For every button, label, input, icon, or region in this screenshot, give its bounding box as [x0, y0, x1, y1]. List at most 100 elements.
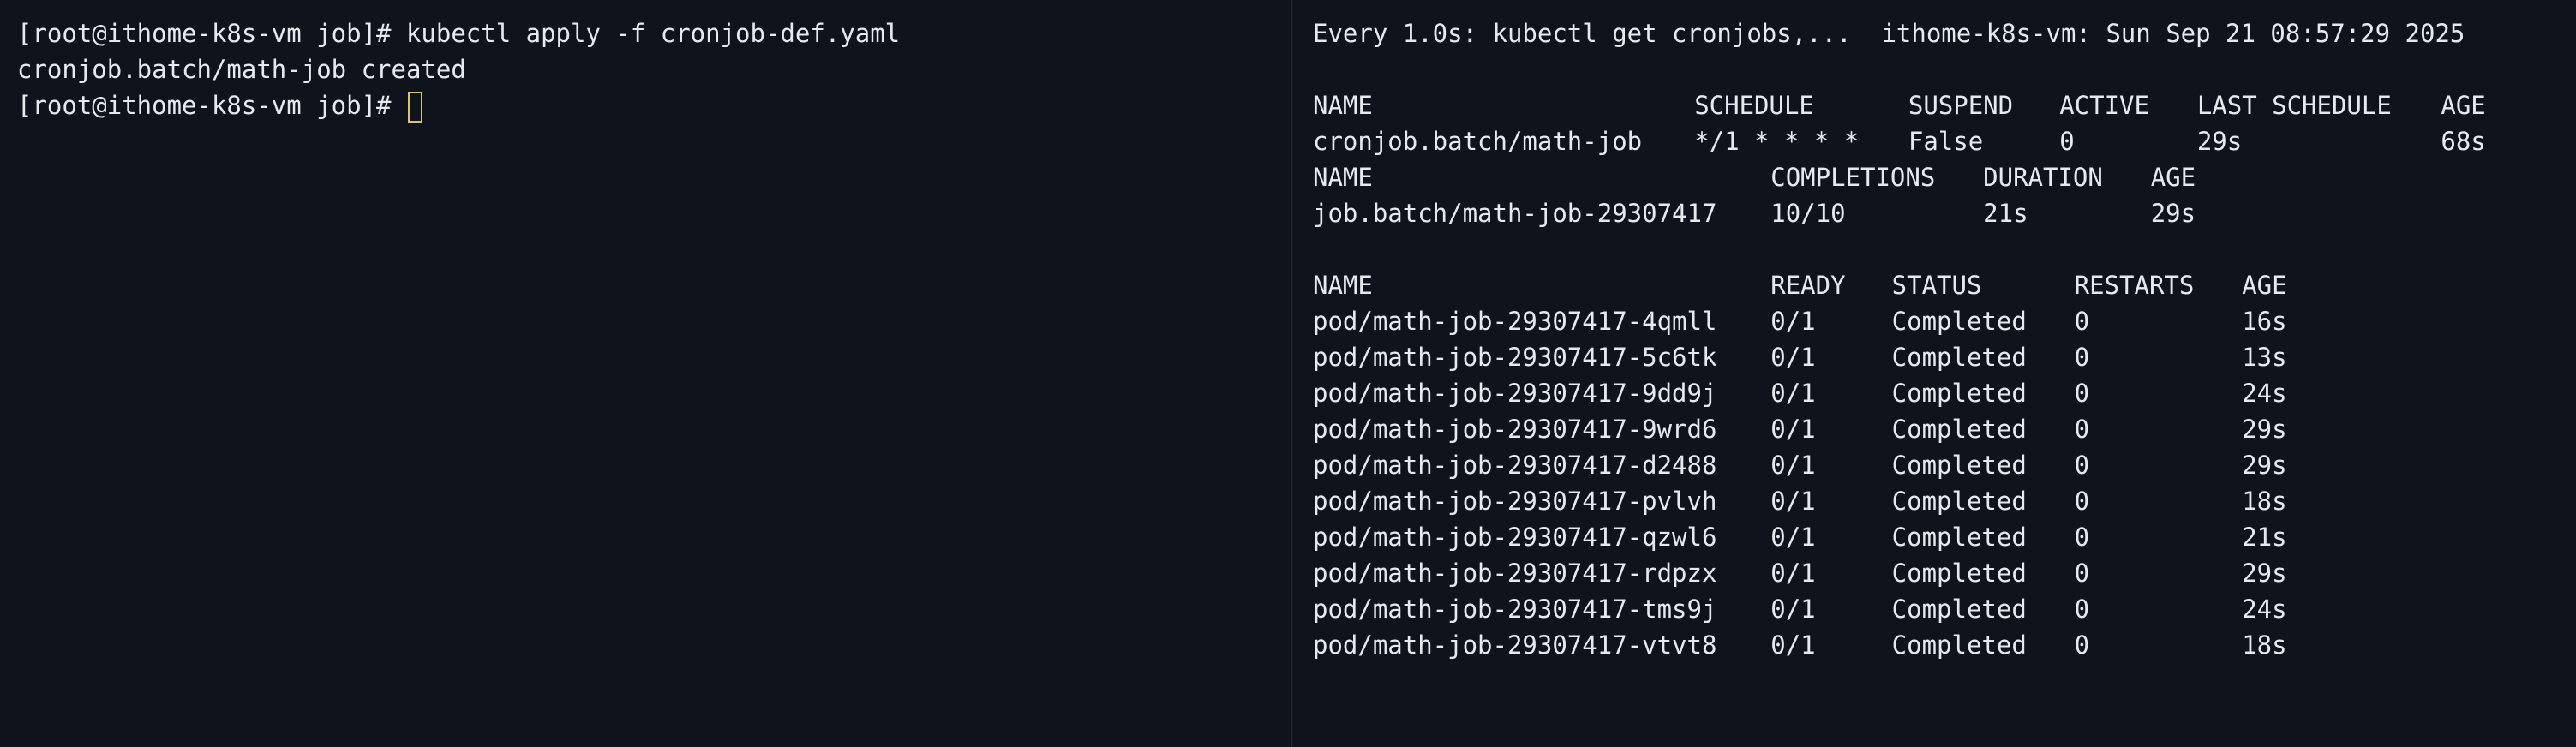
column-header: NAME [1313, 91, 1373, 120]
pod-restarts: 0 [2074, 630, 2090, 660]
column-header: SCHEDULE [1694, 91, 1814, 120]
cronjob-suspend: False [1908, 127, 1984, 156]
pod-restarts: 0 [2074, 379, 2090, 408]
shell-prompt: [root@ithome-k8s-vm job]# [17, 91, 406, 120]
pod-name: pod/math-job-29307417-9dd9j [1313, 379, 1717, 408]
pod-age: 24s [2242, 379, 2287, 408]
pod-restarts: 0 [2074, 559, 2090, 588]
column-header: ACTIVE [2059, 91, 2149, 120]
column-header: SUSPEND [1908, 91, 2014, 120]
column-header: STATUS [1891, 271, 1982, 300]
column-header: DURATION [1983, 163, 2103, 192]
column-header: AGE [2150, 163, 2196, 192]
pod-status: Completed [1891, 451, 2027, 480]
pod-ready: 0/1 [1770, 595, 1816, 624]
pod-name: pod/math-job-29307417-qzwl6 [1313, 523, 1717, 552]
column-header: AGE [2441, 91, 2486, 120]
pod-name: pod/math-job-29307417-d2488 [1313, 451, 1717, 480]
pod-ready: 0/1 [1770, 379, 1816, 408]
pod-row: pod/math-job-29307417-pvlvh 0/1 Complete… [1313, 483, 2574, 519]
prompt-line[interactable]: [root@ithome-k8s-vm job]# [17, 87, 1291, 123]
pod-restarts: 0 [2074, 595, 2090, 624]
pod-age: 29s [2242, 559, 2287, 588]
pod-row: pod/math-job-29307417-rdpzx 0/1 Complete… [1313, 555, 2574, 591]
pod-row: pod/math-job-29307417-4qmll 0/1 Complete… [1313, 303, 2574, 339]
pod-name: pod/math-job-29307417-pvlvh [1313, 487, 1717, 516]
pod-status: Completed [1891, 630, 2027, 660]
pod-status: Completed [1891, 487, 2027, 516]
job-row: job.batch/math-job-29307417 10/10 21s 29… [1313, 195, 2574, 231]
pod-name: pod/math-job-29307417-5c6tk [1313, 343, 1717, 372]
pod-age: 18s [2242, 487, 2287, 516]
pod-age: 18s [2242, 630, 2287, 660]
pod-row: pod/math-job-29307417-d2488 0/1 Complete… [1313, 447, 2574, 483]
pod-row: pod/math-job-29307417-9dd9j 0/1 Complete… [1313, 375, 2574, 411]
pod-ready: 0/1 [1770, 415, 1816, 444]
command-output: cronjob.batch/math-job created [17, 55, 466, 84]
left-terminal-pane[interactable]: [root@ithome-k8s-vm job]# kubectl apply … [0, 0, 1292, 747]
pod-name: pod/math-job-29307417-tms9j [1313, 595, 1717, 624]
pod-status: Completed [1891, 343, 2027, 372]
column-header: COMPLETIONS [1770, 163, 1936, 192]
pod-age: 21s [2242, 523, 2287, 552]
column-header: AGE [2242, 271, 2287, 300]
pod-status: Completed [1891, 559, 2027, 588]
cronjob-schedule: */1 * * * * [1694, 127, 1860, 156]
pod-status: Completed [1891, 307, 2027, 336]
pod-status: Completed [1891, 595, 2027, 624]
pod-restarts: 0 [2074, 307, 2090, 336]
pod-ready: 0/1 [1770, 487, 1816, 516]
pod-name: pod/math-job-29307417-9wrd6 [1313, 415, 1717, 444]
column-header: READY [1770, 271, 1846, 300]
cronjob-active: 0 [2059, 127, 2075, 156]
job-age: 29s [2150, 199, 2196, 228]
pod-ready: 0/1 [1770, 451, 1816, 480]
command-line: [root@ithome-k8s-vm job]# kubectl apply … [17, 19, 901, 48]
cronjob-age: 68s [2441, 127, 2486, 156]
cronjob-name: cronjob.batch/math-job [1313, 127, 1643, 156]
pod-table-header: NAME READY STATUS RESTARTS AGE [1313, 267, 2574, 303]
pod-restarts: 0 [2074, 343, 2090, 372]
pod-row: pod/math-job-29307417-qzwl6 0/1 Complete… [1313, 519, 2574, 555]
pod-ready: 0/1 [1770, 307, 1816, 336]
pod-ready: 0/1 [1770, 630, 1816, 660]
cronjob-table-header: NAME SCHEDULE SUSPEND ACTIVE LAST SCHEDU… [1313, 87, 2574, 123]
pod-age: 24s [2242, 595, 2287, 624]
pod-row: pod/math-job-29307417-5c6tk 0/1 Complete… [1313, 339, 2574, 375]
terminal-window[interactable]: [root@ithome-k8s-vm job]# kubectl apply … [0, 0, 2576, 747]
job-table-header: NAME COMPLETIONS DURATION AGE [1313, 159, 2574, 195]
pod-status: Completed [1891, 379, 2027, 408]
column-header: NAME [1313, 271, 1373, 300]
right-watch-pane[interactable]: Every 1.0s: kubectl get cronjobs,... ith… [1292, 0, 2574, 747]
job-duration: 21s [1983, 199, 2028, 228]
pod-ready: 0/1 [1770, 343, 1816, 372]
column-header: LAST SCHEDULE [2196, 91, 2392, 120]
cronjob-row: cronjob.batch/math-job */1 * * * * False… [1313, 123, 2574, 159]
cronjob-last-schedule: 29s [2196, 127, 2243, 156]
pod-name: pod/math-job-29307417-rdpzx [1313, 559, 1717, 588]
pod-age: 29s [2242, 451, 2287, 480]
pod-row: pod/math-job-29307417-tms9j 0/1 Complete… [1313, 591, 2574, 627]
pod-restarts: 0 [2074, 415, 2090, 444]
watch-header: Every 1.0s: kubectl get cronjobs,... ith… [1313, 19, 2465, 48]
pod-age: 13s [2242, 343, 2287, 372]
pod-restarts: 0 [2074, 523, 2090, 552]
column-header: RESTARTS [2074, 271, 2195, 300]
text-cursor [407, 92, 422, 123]
pod-restarts: 0 [2074, 451, 2090, 480]
pod-row: pod/math-job-29307417-vtvt8 0/1 Complete… [1313, 627, 2574, 663]
pod-status: Completed [1891, 415, 2027, 444]
pod-status: Completed [1891, 523, 2027, 552]
pod-age: 16s [2242, 307, 2287, 336]
pod-row: pod/math-job-29307417-9wrd6 0/1 Complete… [1313, 411, 2574, 447]
column-header: NAME [1313, 163, 1373, 192]
pod-ready: 0/1 [1770, 559, 1816, 588]
job-name: job.batch/math-job-29307417 [1313, 199, 1717, 228]
pod-restarts: 0 [2074, 487, 2090, 516]
job-completions: 10/10 [1770, 199, 1846, 228]
pod-rows: pod/math-job-29307417-4qmll 0/1 Complete… [1313, 303, 2574, 663]
pod-ready: 0/1 [1770, 523, 1816, 552]
pod-name: pod/math-job-29307417-4qmll [1313, 307, 1717, 336]
